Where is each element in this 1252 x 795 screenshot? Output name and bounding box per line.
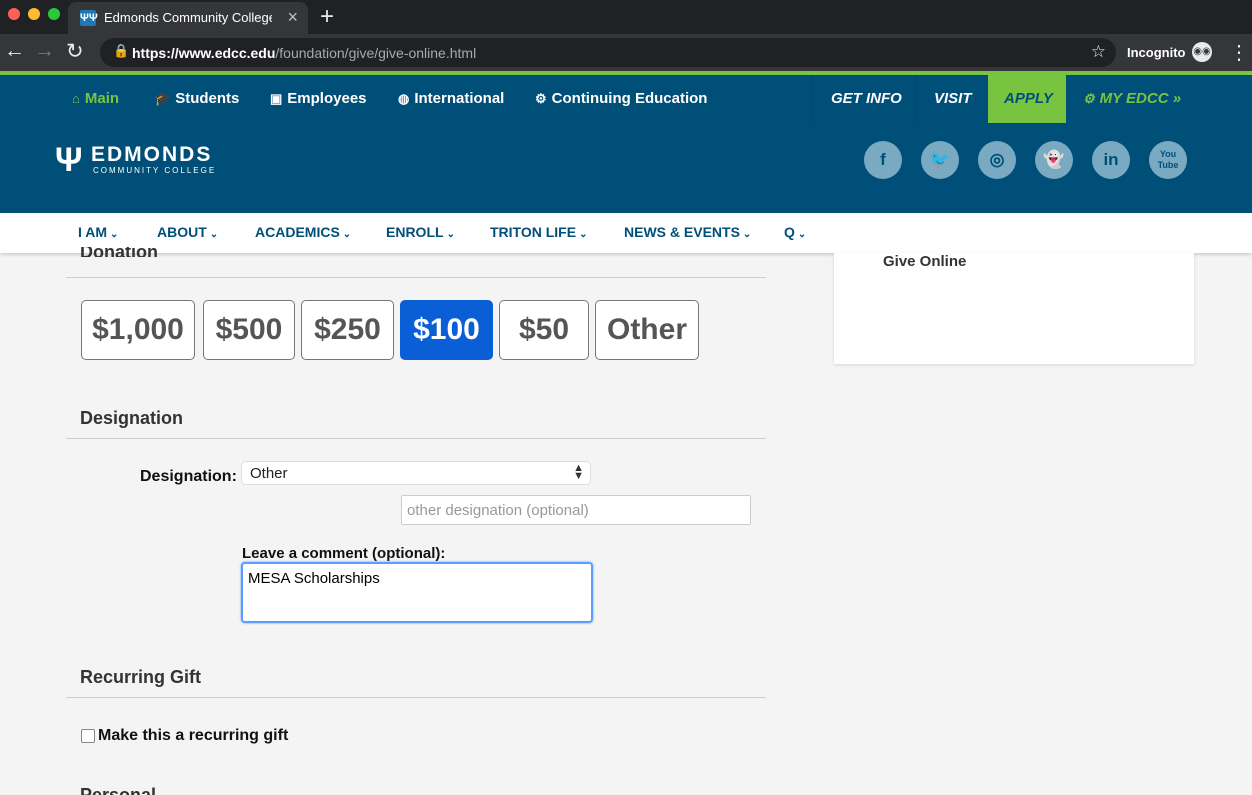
browser-tab-strip: ΨΨ Edmonds Community College: × + xyxy=(0,0,1252,34)
incognito-icon: ◉◉ xyxy=(1192,42,1212,62)
incognito-label: Incognito xyxy=(1127,45,1186,60)
personal-information-title-partial: Personal Information xyxy=(80,786,220,795)
chevron-down-icon: ⌄ xyxy=(797,229,807,240)
utility-continuing-education-link[interactable]: ⚙ Continuing Education xyxy=(535,90,707,107)
chevron-down-icon: ⌄ xyxy=(342,229,352,240)
select-arrows-icon: ▲ ▼ xyxy=(573,462,584,482)
twitter-icon[interactable]: 🐦 xyxy=(921,141,959,179)
nav-divider xyxy=(916,75,917,123)
chevron-down-icon: ⌄ xyxy=(110,229,119,240)
comment-label: Leave a comment (optional): xyxy=(242,545,446,562)
utility-students-link[interactable]: 🎓 Students xyxy=(154,90,239,107)
zoom-window-icon[interactable] xyxy=(48,8,60,20)
designation-label: Designation: xyxy=(140,468,237,485)
give-online-sidebar: Give Online xyxy=(834,253,1194,364)
edmonds-logo-icon[interactable]: Ψ xyxy=(55,141,83,180)
close-tab-icon[interactable]: × xyxy=(287,7,298,28)
youtube-icon[interactable]: You Tube xyxy=(1149,141,1187,179)
chevron-down-icon: ⌄ xyxy=(742,229,752,240)
bookmark-star-icon[interactable]: ☆ xyxy=(1091,42,1106,62)
new-tab-icon[interactable]: + xyxy=(320,3,334,31)
nav-triton-life[interactable]: TRITON LIFE ⌄ xyxy=(490,224,587,240)
minimize-window-icon[interactable] xyxy=(28,8,40,20)
amount-button-50[interactable]: $50 xyxy=(499,300,589,360)
instagram-icon[interactable]: ◎ xyxy=(978,141,1016,179)
facebook-icon[interactable]: f xyxy=(864,141,902,179)
forward-icon[interactable]: → xyxy=(34,39,55,63)
chevron-down-icon: ⌄ xyxy=(579,229,588,240)
utility-international-link[interactable]: ◍ International xyxy=(398,90,504,107)
nav-enroll[interactable]: ENROLL ⌄ xyxy=(386,224,455,240)
designation-title: Designation xyxy=(80,408,184,428)
close-window-icon[interactable] xyxy=(8,8,20,20)
visit-link[interactable]: VISIT xyxy=(934,75,972,123)
reload-icon[interactable]: ↻ xyxy=(66,39,84,64)
nav-i-am[interactable]: I AM ⌄ xyxy=(78,224,118,240)
recurring-gift-label[interactable]: Make this a recurring gift xyxy=(98,727,288,745)
college-subtitle: COMMUNITY COLLEGE xyxy=(93,166,217,175)
recurring-gift-title: Recurring Gift xyxy=(80,667,202,687)
home-icon: ⌂ xyxy=(72,91,80,106)
give-online-link[interactable]: Give Online xyxy=(883,253,966,270)
recurring-gift-checkbox[interactable] xyxy=(81,729,95,743)
chevron-down-icon: ⌄ xyxy=(446,229,455,240)
tab-title: Edmonds Community College: xyxy=(104,10,272,25)
nav-search[interactable]: Q ⌄ xyxy=(784,224,806,240)
designation-divider xyxy=(66,438,766,439)
nav-academics[interactable]: ACADEMICS ⌄ xyxy=(255,224,351,240)
back-icon[interactable]: ← xyxy=(4,39,25,63)
college-header: Ψ EDMONDS COMMUNITY COLLEGE f 🐦 ◎ 👻 in Y… xyxy=(0,123,1252,213)
amount-button-1000[interactable]: $1,000 xyxy=(81,300,195,360)
browser-toolbar: ← → ↻ 🔒 https://www.edcc.edu/foundation/… xyxy=(0,34,1252,71)
college-favicon-icon: ΨΨ xyxy=(80,10,98,26)
browser-tab[interactable]: ΨΨ Edmonds Community College: × xyxy=(68,2,308,34)
url-text: https://www.edcc.edu/foundation/give/giv… xyxy=(132,45,477,61)
globe-icon: ◍ xyxy=(398,91,410,106)
college-name[interactable]: EDMONDS xyxy=(91,143,212,167)
gears-icon: ⚙ xyxy=(535,91,547,106)
recurring-divider xyxy=(66,697,766,698)
browser-menu-icon[interactable]: ⋮ xyxy=(1229,40,1249,65)
nav-divider xyxy=(812,75,813,123)
graduation-cap-icon: 🎓 xyxy=(154,91,171,106)
briefcase-icon: ▣ xyxy=(270,91,283,106)
donation-title: Donation xyxy=(80,247,158,257)
nav-news-events[interactable]: NEWS & EVENTS ⌄ xyxy=(624,224,751,240)
apply-button[interactable]: APPLY xyxy=(988,75,1066,123)
site-navigation: I AM ⌄ ABOUT ⌄ ACADEMICS ⌄ ENROLL ⌄ TRITON L… xyxy=(0,213,1252,253)
linkedin-icon[interactable]: in xyxy=(1092,141,1130,179)
amount-button-500[interactable]: $500 xyxy=(203,300,295,360)
other-designation-input[interactable]: other designation (optional) xyxy=(401,495,751,525)
amount-button-100-selected[interactable]: $100 xyxy=(400,300,493,360)
utility-main-link[interactable]: ⌂ Main xyxy=(72,90,119,107)
amount-button-250[interactable]: $250 xyxy=(301,300,394,360)
my-edcc-link[interactable]: ⚙ MY EDCC » xyxy=(1083,75,1181,123)
snapchat-icon[interactable]: 👻 xyxy=(1035,141,1073,179)
utility-navigation: ⌂ Main 🎓 Students ▣ Employees ◍ Internationa… xyxy=(0,75,1252,123)
nav-about[interactable]: ABOUT ⌄ xyxy=(157,224,218,240)
gear-icon: ⚙ xyxy=(1083,91,1095,106)
designation-select[interactable]: Other ▲ ▼ xyxy=(241,461,591,485)
chevron-down-icon: ⌄ xyxy=(209,229,219,240)
donation-divider xyxy=(66,277,766,278)
amount-button-other[interactable]: Other xyxy=(595,300,699,360)
utility-employees-link[interactable]: ▣ Employees xyxy=(270,90,367,107)
get-info-link[interactable]: GET INFO xyxy=(831,75,902,123)
address-bar[interactable]: 🔒 https://www.edcc.edu/foundation/give/g… xyxy=(100,38,1116,67)
comment-textarea[interactable]: MESA Scholarships xyxy=(241,562,593,623)
lock-icon: 🔒 xyxy=(113,43,130,58)
